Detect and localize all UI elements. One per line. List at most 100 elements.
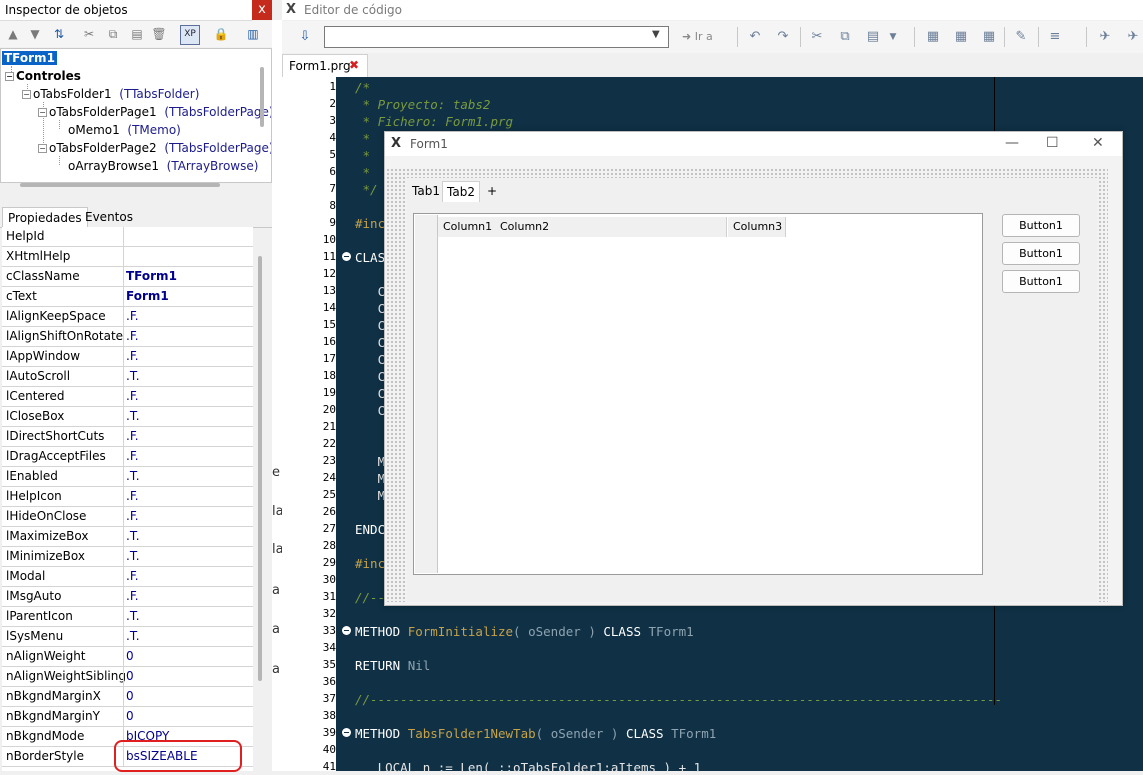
tab-events[interactable]: Eventos xyxy=(80,207,138,227)
bookmark-icon[interactable]: ✈ xyxy=(1096,28,1114,46)
property-value[interactable]: 0 xyxy=(126,709,134,723)
button1[interactable]: Button1 xyxy=(1002,242,1080,265)
tree-node-controls[interactable]: − Controles xyxy=(5,68,81,85)
copy-icon[interactable]: ⧉ xyxy=(104,25,122,43)
tab-add[interactable]: + xyxy=(483,181,501,201)
property-value[interactable]: 0 xyxy=(126,689,134,703)
close-tab-icon[interactable]: ✖ xyxy=(349,58,359,72)
property-row[interactable]: lModal .F. xyxy=(2,567,253,587)
property-value[interactable]: TForm1 xyxy=(126,269,177,283)
minimize-icon[interactable]: — xyxy=(1005,135,1019,151)
move-down-icon[interactable]: ▼ xyxy=(26,25,44,43)
column-header-3[interactable]: Column3 xyxy=(728,217,786,237)
paste-icon[interactable]: ▤ xyxy=(864,28,882,46)
property-value[interactable]: .T. xyxy=(126,529,140,543)
panel-layout-icon[interactable]: ▥ xyxy=(244,25,262,43)
collapse-icon[interactable]: − xyxy=(22,90,31,99)
bookmark-next-icon[interactable]: ✈ xyxy=(1124,28,1142,46)
property-value[interactable]: 0 xyxy=(126,649,134,663)
property-row[interactable]: lMinimizeBox .T. xyxy=(2,547,253,567)
move-up-icon[interactable]: ▲ xyxy=(4,25,22,43)
property-value[interactable]: .T. xyxy=(126,369,140,383)
property-row[interactable]: nAlignWeight 0 xyxy=(2,647,253,667)
sort-icon[interactable]: ⇅ xyxy=(50,25,68,43)
tab-2[interactable]: Tab2 xyxy=(442,181,480,202)
tree-node[interactable]: − oTabsFolder1 (TTabsFolder) xyxy=(22,86,199,103)
property-value[interactable]: .T. xyxy=(126,469,140,483)
property-row[interactable]: lAutoScroll .T. xyxy=(2,367,253,387)
property-value[interactable]: .F. xyxy=(126,309,139,323)
column-header-2[interactable]: Column2 xyxy=(495,217,727,237)
property-value[interactable]: .T. xyxy=(126,629,140,643)
property-row[interactable]: HelpId xyxy=(2,227,253,247)
paste-dropdown-icon[interactable]: ▼ xyxy=(884,28,902,46)
tree-node[interactable]: − oTabsFolderPage2 (TTabsFolderPage) xyxy=(38,140,271,157)
redo-icon[interactable]: ↷ xyxy=(774,28,792,46)
indent-icon[interactable]: ▦ xyxy=(924,28,942,46)
inspector-close-button[interactable]: x xyxy=(252,0,272,20)
chevron-down-icon[interactable]: ▼ xyxy=(652,29,660,40)
property-value[interactable]: .F. xyxy=(126,569,139,583)
property-row[interactable]: cText Form1 xyxy=(2,287,253,307)
property-row[interactable]: lAppWindow .F. xyxy=(2,347,253,367)
fold-collapse-icon[interactable] xyxy=(342,728,351,737)
property-row[interactable]: lMsgAuto .F. xyxy=(2,587,253,607)
property-value[interactable]: .F. xyxy=(126,589,139,603)
tab-1[interactable]: Tab1 xyxy=(408,181,444,201)
property-row[interactable]: XHtmlHelp xyxy=(2,247,253,267)
tab-properties[interactable]: Propiedades xyxy=(2,207,88,228)
property-value[interactable]: .F. xyxy=(126,429,139,443)
property-row[interactable]: lSysMenu .T. xyxy=(2,627,253,647)
property-row[interactable]: lMaximizeBox .T. xyxy=(2,527,253,547)
delete-icon[interactable]: 🗑 xyxy=(150,25,168,43)
property-row[interactable]: nBkgndMarginX 0 xyxy=(2,687,253,707)
tree-node[interactable]: oArrayBrowse1 (TArrayBrowse) xyxy=(68,158,258,175)
cut-icon[interactable]: ✂ xyxy=(808,28,826,46)
property-value[interactable]: .F. xyxy=(126,509,139,523)
property-row[interactable]: lParentIcon .T. xyxy=(2,607,253,627)
fold-collapse-icon[interactable] xyxy=(342,626,351,635)
property-row[interactable]: lAlignShiftOnRotate .F. xyxy=(2,327,253,347)
property-value[interactable]: Form1 xyxy=(126,289,169,303)
property-row[interactable]: lCentered .F. xyxy=(2,387,253,407)
property-value[interactable]: .T. xyxy=(126,609,140,623)
tree-horizontal-scrollbar[interactable] xyxy=(20,183,220,187)
edit-icon[interactable]: ✎ xyxy=(1012,28,1030,46)
fold-collapse-icon[interactable] xyxy=(342,252,351,261)
tree-node[interactable]: − oTabsFolderPage1 (TTabsFolderPage) xyxy=(38,104,271,121)
button1[interactable]: Button1 xyxy=(1002,270,1080,293)
property-value[interactable]: .F. xyxy=(126,389,139,403)
properties-scrollbar[interactable] xyxy=(258,256,262,681)
tree-node-root[interactable]: TForm1 xyxy=(2,50,57,67)
property-value[interactable]: .T. xyxy=(126,549,140,563)
property-value[interactable]: 0 xyxy=(126,669,134,683)
property-value[interactable]: .F. xyxy=(126,329,139,343)
property-value[interactable]: .T. xyxy=(126,409,140,423)
button1[interactable]: Button1 xyxy=(1002,214,1080,237)
tree-vertical-scrollbar[interactable] xyxy=(260,67,264,127)
copy-icon[interactable]: ⧉ xyxy=(836,28,854,46)
collapse-icon[interactable]: − xyxy=(38,108,47,117)
collapse-icon[interactable]: − xyxy=(5,72,14,81)
property-row[interactable]: lDirectShortCuts .F. xyxy=(2,427,253,447)
lock-icon[interactable]: 🔒 xyxy=(212,25,230,43)
paste-icon[interactable]: ▤ xyxy=(128,25,146,43)
form1-title-bar[interactable]: X Form1 — ☐ ✕ xyxy=(385,132,1122,156)
tree-node[interactable]: oMemo1 (TMemo) xyxy=(68,122,181,139)
property-value[interactable]: .F. xyxy=(126,349,139,363)
property-row[interactable]: lCloseBox .T. xyxy=(2,407,253,427)
component-tree[interactable]: TForm1 − Controles − oTabsFolder1 (TTabsFo… xyxy=(0,48,272,183)
xp-theme-icon[interactable]: XP xyxy=(180,25,200,45)
property-row[interactable]: nBkgndMarginY 0 xyxy=(2,707,253,727)
file-tab-form1[interactable]: Form1.prg ✖ xyxy=(282,54,368,78)
array-browse[interactable]: Column1 Column2 Column3 xyxy=(413,213,983,575)
property-row[interactable]: lHelpIcon .F. xyxy=(2,487,253,507)
form1-window[interactable]: X Form1 — ☐ ✕ Tab1 Tab2 + Column1 Column… xyxy=(384,131,1123,606)
column-header-1[interactable]: Column1 xyxy=(438,217,496,237)
method-combobox[interactable] xyxy=(324,26,669,48)
property-row[interactable]: cClassName TForm1 xyxy=(2,267,253,287)
maximize-icon[interactable]: ☐ xyxy=(1046,135,1059,151)
format-icon[interactable]: ≡ xyxy=(1046,28,1064,46)
property-row[interactable]: nAlignWeightSibling 0 xyxy=(2,667,253,687)
property-row[interactable]: lHideOnClose .F. xyxy=(2,507,253,527)
